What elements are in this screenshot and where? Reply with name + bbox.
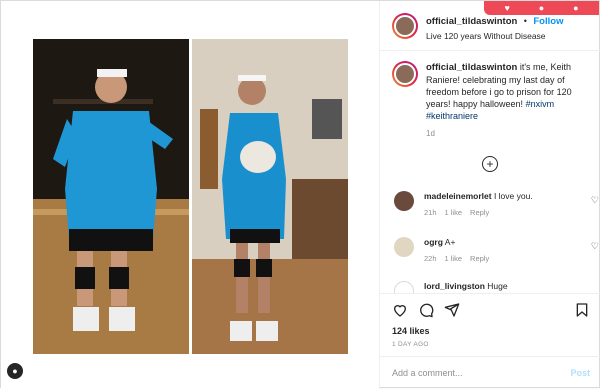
like-comment-heart-icon[interactable]: ♡ bbox=[591, 241, 599, 252]
comment-avatar[interactable] bbox=[394, 237, 414, 257]
post-caption: official_tildaswinton it's me, Keith Ran… bbox=[392, 61, 597, 140]
like-comment-heart-icon[interactable]: ♡ bbox=[591, 195, 599, 206]
comment-item: lord_livingston Huge bbox=[394, 281, 599, 293]
action-icons bbox=[392, 300, 590, 320]
share-icon[interactable] bbox=[444, 302, 460, 318]
caption-body: official_tildaswinton it's me, Keith Ran… bbox=[426, 61, 597, 140]
comment-text: A+ bbox=[444, 237, 456, 247]
comment-icon[interactable] bbox=[418, 302, 434, 318]
add-comment-bar: Add a comment... Post bbox=[380, 356, 600, 389]
posted-ago: 1 DAY AGO bbox=[392, 341, 429, 348]
bookmark-icon[interactable] bbox=[574, 302, 590, 318]
action-bar: 124 likes 1 DAY AGO bbox=[380, 293, 600, 348]
caption-time: 1d bbox=[426, 129, 435, 138]
comment-avatar[interactable] bbox=[394, 191, 414, 211]
comment-text: Huge bbox=[487, 281, 508, 291]
caption-avatar[interactable] bbox=[392, 61, 418, 87]
comment-time: 21h bbox=[424, 208, 437, 217]
comment-username[interactable]: ogrg bbox=[424, 237, 443, 247]
location-label[interactable]: Live 120 years Without Disease bbox=[426, 31, 563, 41]
instagram-post-window: ♥ ● ● official_tildaswinton • Follow Liv… bbox=[0, 0, 600, 389]
comment-text-line: lord_livingston Huge bbox=[424, 281, 599, 292]
post-comment-button[interactable]: Post bbox=[570, 368, 590, 378]
header-texts: official_tildaswinton • Follow Live 120 … bbox=[426, 11, 563, 41]
comment-text: I love you. bbox=[493, 191, 533, 201]
comment-meta: 22h 1 like Reply bbox=[424, 254, 599, 263]
heart-icon[interactable] bbox=[392, 302, 408, 318]
comment-username[interactable]: madeleinemorlet bbox=[424, 191, 492, 201]
photo-right bbox=[192, 39, 348, 354]
comment-time: 22h bbox=[424, 254, 437, 263]
separator-dot: • bbox=[523, 15, 527, 26]
username-link[interactable]: official_tildaswinton bbox=[426, 16, 517, 27]
likes-count[interactable]: 124 likes bbox=[392, 326, 590, 336]
comment-likes[interactable]: 1 like bbox=[445, 208, 463, 217]
comment-meta: 21h 1 like Reply bbox=[424, 208, 599, 217]
comment-username[interactable]: lord_livingston bbox=[424, 281, 485, 291]
photo-left bbox=[33, 39, 189, 354]
comment-item: ogrg A+ 22h 1 like Reply ♡ bbox=[394, 237, 599, 263]
comment-avatar[interactable] bbox=[394, 281, 414, 293]
comment-text-line: madeleinemorlet I love you. bbox=[424, 191, 599, 202]
comment-input[interactable]: Add a comment... bbox=[392, 368, 570, 378]
comment-likes[interactable]: 1 like bbox=[445, 254, 463, 263]
post-media[interactable] bbox=[1, 1, 379, 389]
avatar[interactable] bbox=[392, 12, 418, 39]
caption-username[interactable]: official_tildaswinton bbox=[426, 62, 517, 73]
post-sidebar: official_tildaswinton • Follow Live 120 … bbox=[379, 1, 600, 389]
comment-reply[interactable]: Reply bbox=[470, 208, 489, 217]
post-header: official_tildaswinton • Follow Live 120 … bbox=[380, 1, 600, 51]
add-comment-plus-icon[interactable]: + bbox=[482, 156, 498, 172]
comment-text-line: ogrg A+ bbox=[424, 237, 599, 248]
comment-reply[interactable]: Reply bbox=[470, 254, 489, 263]
comment-item: madeleinemorlet I love you. 21h 1 like Rep… bbox=[394, 191, 599, 217]
follow-button[interactable]: Follow bbox=[533, 16, 563, 27]
user-icon[interactable]: ● bbox=[7, 363, 23, 379]
